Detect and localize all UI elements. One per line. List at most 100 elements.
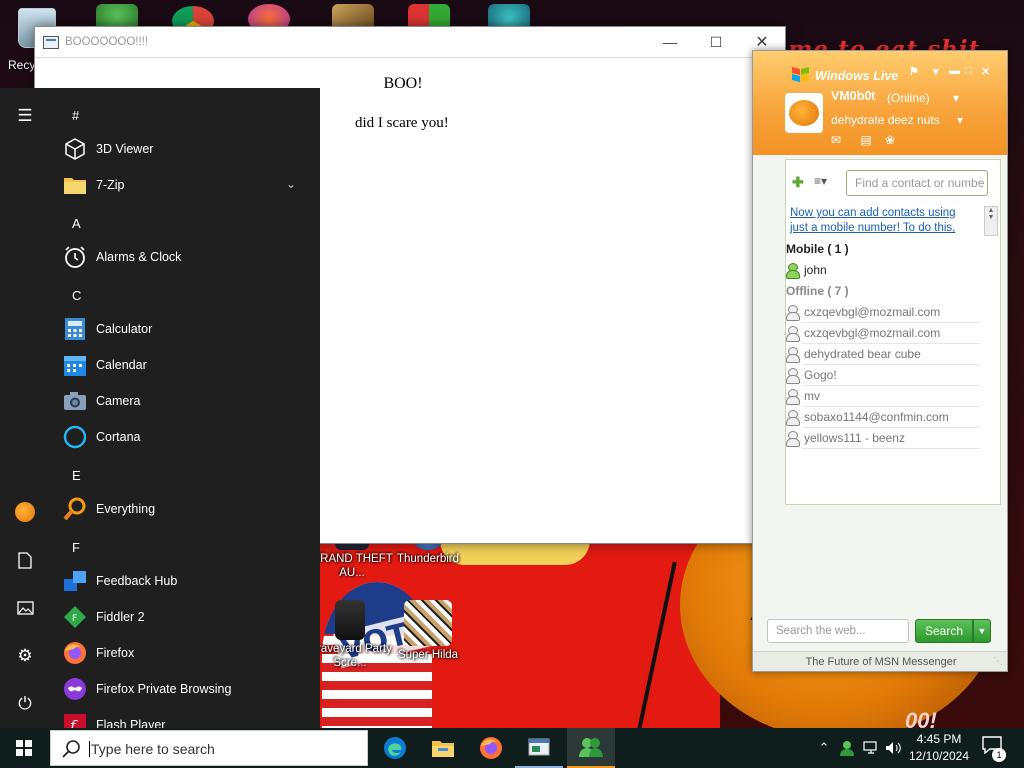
messenger-display-picture[interactable] xyxy=(785,93,823,133)
app-flash-player[interactable]: f Flash Player xyxy=(62,709,312,728)
resize-grip-icon[interactable]: ⋱ xyxy=(993,656,1003,667)
group-mobile-header[interactable]: Mobile ( 1 ) xyxy=(786,242,849,256)
app-camera[interactable]: Camera xyxy=(62,385,312,417)
app-fiddler[interactable]: F Fiddler 2 xyxy=(62,601,312,633)
start-button[interactable] xyxy=(0,728,48,768)
taskbar: Type here to search ⌃ 4:45 PM 12/10/2024… xyxy=(0,728,1024,768)
messenger-menu-icon[interactable]: ▾ xyxy=(933,65,939,78)
contact-item[interactable]: cxzqevbgl@mozmail.com xyxy=(786,323,940,343)
taskbar-messenger[interactable] xyxy=(567,728,615,768)
settings-icon[interactable]: ⚙ xyxy=(12,644,38,668)
feedback-hub-icon xyxy=(62,568,88,594)
messenger-maximize-button[interactable]: □ xyxy=(965,65,972,77)
find-contact-input[interactable]: Find a contact or numbe xyxy=(846,170,988,196)
contact-name: john xyxy=(804,263,827,277)
app-window-icon xyxy=(43,36,59,49)
offline-buddy-icon xyxy=(786,431,800,447)
taskbar-clock[interactable]: 4:45 PM 12/10/2024 xyxy=(904,731,974,765)
maximize-button[interactable]: ☐ xyxy=(693,27,739,57)
app-everything[interactable]: Everything xyxy=(62,493,312,525)
message-dropdown-icon[interactable]: ▾ xyxy=(957,113,963,127)
messenger-footer[interactable]: The Future of MSN Messenger xyxy=(753,651,1007,671)
volume-icon[interactable] xyxy=(882,728,904,768)
minimize-button[interactable]: — xyxy=(647,27,693,57)
3d-viewer-icon xyxy=(62,136,88,162)
view-options-icon[interactable]: ≡▾ xyxy=(814,174,827,188)
menu-icon[interactable]: ☰ xyxy=(12,104,38,128)
contact-item[interactable]: sobaxo1144@confmin.com xyxy=(786,407,949,427)
app-3d-viewer[interactable]: 3D Viewer xyxy=(62,133,312,165)
messenger-brand: Windows Live xyxy=(815,69,899,83)
contact-name: sobaxo1144@confmin.com xyxy=(804,410,949,424)
msn-today-icon[interactable]: ❀ xyxy=(885,133,895,147)
taskbar-file-explorer[interactable] xyxy=(419,728,467,768)
chevron-down-icon[interactable]: ⌄ xyxy=(286,177,296,191)
contact-item[interactable]: cxzqevbgl@mozmail.com xyxy=(786,302,940,322)
contact-item[interactable]: Gogo! xyxy=(786,365,837,385)
app-cortana[interactable]: Cortana xyxy=(62,421,312,453)
contact-item[interactable]: john xyxy=(786,260,827,280)
search-options-dropdown-icon[interactable]: ▼ xyxy=(973,619,991,643)
mail-icon[interactable]: ✉ xyxy=(831,133,841,147)
messenger-status[interactable]: (Online) xyxy=(887,91,930,105)
pictures-icon[interactable] xyxy=(12,596,38,620)
messenger-window: Windows Live ⚑ ▾ ▬ □ ✕ VM0b0t (Online) ▾… xyxy=(752,50,1008,672)
section-letter[interactable]: E xyxy=(72,468,81,483)
taskbar-firefox[interactable] xyxy=(467,728,515,768)
user-avatar[interactable] xyxy=(12,500,38,524)
network-icon[interactable] xyxy=(860,728,882,768)
boo-window-titlebar[interactable]: BOOOOOOO!!!! — ☐ ✕ xyxy=(35,27,785,58)
group-offline-header[interactable]: Offline ( 7 ) xyxy=(786,284,849,298)
web-search-input[interactable]: Search the web... xyxy=(767,619,909,643)
super-hilda-icon xyxy=(404,600,452,646)
power-icon[interactable]: ⏻ xyxy=(12,692,38,716)
contact-item[interactable]: dehydrated bear cube xyxy=(786,344,921,364)
app-label: Camera xyxy=(96,394,141,408)
add-contact-icon[interactable]: ✚ xyxy=(792,174,804,191)
section-letter[interactable]: A xyxy=(72,216,81,231)
app-feedback-hub[interactable]: Feedback Hub xyxy=(62,565,312,597)
taskbar-app-window[interactable] xyxy=(515,728,563,768)
messenger-close-button[interactable]: ✕ xyxy=(981,65,990,78)
notice-scrollbar[interactable]: ▲ ▼ xyxy=(984,206,998,236)
app-label: Firefox xyxy=(96,646,135,660)
messenger-personal-message[interactable]: dehydrate deez nuts xyxy=(831,113,940,127)
wallpaper-flash-text: 00! xyxy=(905,708,937,728)
app-7-zip[interactable]: 7-Zip ⌄ xyxy=(62,169,312,201)
clock-date: 12/10/2024 xyxy=(908,749,970,763)
app-label: 7-Zip xyxy=(96,178,125,192)
svg-text:F: F xyxy=(72,614,77,624)
app-calendar[interactable]: Calendar xyxy=(62,349,312,381)
desktop-shortcut-graveyard[interactable]: Graveyard Party Scre... xyxy=(308,600,392,670)
app-firefox-private[interactable]: Firefox Private Browsing xyxy=(62,673,312,705)
web-search-button[interactable]: Search xyxy=(915,619,973,643)
start-menu: ☰ ⚙ ⏻ # 3D Viewer 7-Zip ⌄ A Alarms & Clo… xyxy=(0,88,320,728)
messenger-pin-icon[interactable]: ⚑ xyxy=(909,65,919,78)
boo-text: did I scare you! xyxy=(355,115,449,131)
documents-icon[interactable] xyxy=(12,548,38,572)
tray-messenger-icon[interactable] xyxy=(836,728,858,768)
app-calculator[interactable]: Calculator xyxy=(62,313,312,345)
section-letter[interactable]: # xyxy=(72,108,79,123)
mobile-contacts-notice-link[interactable]: Now you can add contacts using just a mo… xyxy=(790,206,976,236)
app-firefox[interactable]: Firefox xyxy=(62,637,312,669)
messenger-username[interactable]: VM0b0t xyxy=(831,89,875,103)
contact-item[interactable]: mv xyxy=(786,386,820,406)
section-letter[interactable]: C xyxy=(72,288,81,303)
notification-count-badge: 1 xyxy=(992,748,1006,762)
folder-icon[interactable]: ▤ xyxy=(860,133,871,147)
messenger-header: Windows Live ⚑ ▾ ▬ □ ✕ VM0b0t (Online) ▾… xyxy=(753,51,1007,155)
taskbar-edge[interactable] xyxy=(371,728,419,768)
desktop-shortcut-super-hilda[interactable]: Super Hilda xyxy=(386,600,470,662)
taskbar-search-box[interactable]: Type here to search xyxy=(50,730,368,766)
show-hidden-icons-chevron-up-icon[interactable]: ⌃ xyxy=(814,728,834,768)
offline-buddy-icon xyxy=(786,368,800,384)
status-dropdown-icon[interactable]: ▾ xyxy=(953,91,959,105)
contact-name: mv xyxy=(804,389,820,403)
windows-logo-icon xyxy=(16,740,32,756)
section-letter[interactable]: F xyxy=(72,540,80,555)
contact-item[interactable]: yellows111 - beenz xyxy=(786,428,905,448)
flash-player-icon: f xyxy=(62,712,88,728)
app-alarms-clock[interactable]: Alarms & Clock xyxy=(62,241,312,273)
messenger-minimize-button[interactable]: ▬ xyxy=(949,65,960,77)
